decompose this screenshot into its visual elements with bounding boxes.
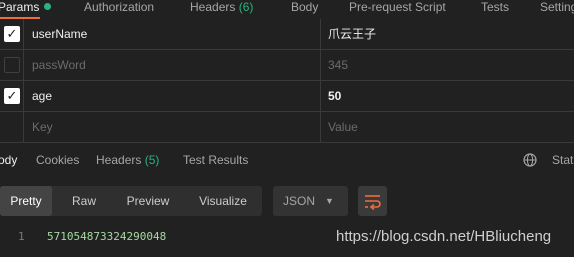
format-select-value: JSON [283,194,316,208]
request-tabs: Params Authorization Headers (6) Body Pr… [0,0,574,19]
param-value-field[interactable]: 50 [321,81,574,111]
param-value-placeholder[interactable]: Value [321,112,574,142]
param-key-field[interactable]: age [24,81,321,111]
line-number: 1 [18,230,25,243]
param-checkbox-cell: ✓ [0,19,24,49]
view-mode-segmented-control: Pretty Raw Preview Visualize [0,186,262,216]
chevron-down-icon: ▼ [325,196,334,206]
param-key-field[interactable]: passWord [24,50,321,80]
param-key-field[interactable]: userName [24,19,321,49]
param-row: ✓ userName 爪云王子 [0,19,574,50]
tab-test-results[interactable]: Test Results [183,153,248,167]
param-row: ✓ age 50 [0,81,574,112]
tab-headers-label: Headers [190,0,236,14]
param-value-field[interactable]: 爪云王子 [321,19,574,49]
watermark-text: https://blog.csdn.net/HBliucheng [336,228,552,245]
tab-headers-count: (6) [238,0,254,14]
tab-response-headers[interactable]: Headers (5) [96,153,159,167]
param-checkbox-cell: ✓ [0,81,24,111]
tab-settings[interactable]: Settings [540,0,574,14]
param-value-field[interactable]: 345 [321,50,574,80]
tab-headers[interactable]: Headers (6) [190,0,253,14]
globe-icon[interactable] [523,153,537,167]
params-table: ✓ userName 爪云王子 passWord 345 ✓ age 50 Ke… [0,19,574,143]
view-preview-button[interactable]: Preview [116,186,180,216]
tab-response-headers-label: Headers [96,153,142,167]
response-tabs: Body Cookies Headers (5) Test Results St… [0,142,574,178]
tab-tests[interactable]: Tests [481,0,509,14]
format-select[interactable]: JSON ▼ [273,186,348,216]
params-active-dot [44,3,52,10]
view-visualize-button[interactable]: Visualize [188,186,258,216]
param-checkbox-cell [0,112,24,142]
wrap-lines-icon [365,195,381,211]
param-key-placeholder[interactable]: Key [24,112,321,142]
tab-response-body[interactable]: Body [0,153,17,167]
tab-response-headers-count: (5) [144,153,160,167]
tab-authorization[interactable]: Authorization [84,0,154,14]
param-checkbox-checked[interactable]: ✓ [4,88,20,104]
param-checkbox-cell [0,50,24,80]
view-raw-button[interactable]: Raw [62,186,106,216]
param-checkbox-checked[interactable]: ✓ [4,26,20,42]
response-toolbar: Pretty Raw Preview Visualize JSON ▼ [0,186,574,216]
wrap-lines-button[interactable] [358,186,387,216]
response-value: 571054873324290048 [47,230,167,243]
tab-params-label: Params [0,0,40,14]
param-row: passWord 345 [0,50,574,81]
tab-prerequest-script[interactable]: Pre-request Script [349,0,446,14]
param-checkbox-unchecked[interactable] [4,57,20,73]
tab-cookies[interactable]: Cookies [36,153,79,167]
tab-params[interactable]: Params [0,0,52,14]
status-label: Status [552,153,574,167]
param-row-new: Key Value [0,112,574,143]
tab-body[interactable]: Body [291,0,318,14]
view-pretty-button[interactable]: Pretty [0,186,52,216]
